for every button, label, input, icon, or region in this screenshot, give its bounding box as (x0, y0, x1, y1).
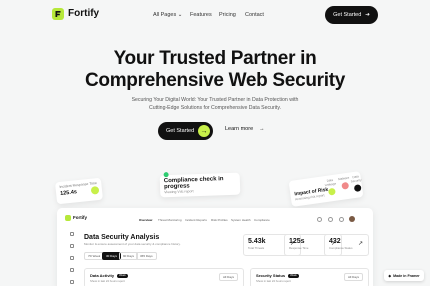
sidebar-home-icon[interactable] (70, 232, 74, 236)
stat-card: 432 Compliance Status ↗ (324, 234, 369, 256)
hero-title: Your Trusted Partner in Comprehensive We… (0, 48, 430, 92)
made-in-framer-badge[interactable]: ◆ Made in Framer (384, 270, 424, 281)
arrow-right-icon: ➔ (365, 12, 370, 18)
risk-dot-icon (327, 187, 336, 196)
panel-badge: Week (117, 273, 128, 278)
hero-title-line-1: Your Trusted Partner in (113, 48, 317, 69)
framer-badge-label: Made in Framer (393, 273, 420, 278)
dashboard-preview: Fortify Overview Threat Monitoring Incid… (57, 208, 373, 286)
avatar[interactable] (349, 216, 355, 222)
arrow-right-icon: → (198, 125, 210, 137)
nav-features[interactable]: Features (190, 12, 212, 18)
dashboard-brand: Fortify (73, 215, 87, 220)
sidebar-settings-icon[interactable] (70, 280, 74, 284)
sidebar-shield-icon[interactable] (70, 244, 74, 248)
nav-pricing[interactable]: Pricing (219, 12, 236, 18)
framer-logo-icon: ◆ (388, 273, 392, 278)
hero-subtitle: Securing Your Digital World: Your Truste… (0, 96, 430, 112)
learn-more-label: Learn more (225, 126, 254, 132)
risk-dot-icon (340, 181, 349, 190)
status-dot-icon (163, 172, 169, 178)
hero-get-started-button[interactable]: Get Started → (158, 122, 213, 140)
panel-title: Security Status (256, 273, 286, 278)
response-time-card: Incident Response Time 125.4s (54, 177, 104, 205)
compliance-card: Compliance check in progress Viewing Vdc… (159, 172, 241, 198)
dashboard-title: Data Security Analysis (84, 234, 160, 241)
dashboard-logo-icon (65, 215, 71, 221)
accent-dot-icon (90, 185, 100, 195)
panel-filter-select[interactable]: All Days (343, 273, 363, 281)
dashboard-description: Monitor & ensure assessment of your data… (84, 242, 181, 246)
bell-icon[interactable] (328, 217, 333, 222)
dashboard-nav-risk[interactable]: Risk Profiles (211, 218, 228, 222)
header-get-started-button[interactable]: Get Started ➔ (325, 6, 378, 24)
learn-more-button[interactable]: Learn more → (225, 126, 265, 132)
search-icon[interactable] (317, 217, 322, 222)
brand-name[interactable]: Fortify (68, 8, 99, 19)
arrow-right-icon: → (259, 126, 265, 132)
nav-contact[interactable]: Contact (245, 12, 264, 18)
chevron-down-icon: ⌄ (177, 12, 183, 18)
range-365d[interactable]: 365 Days (136, 252, 157, 260)
dashboard-nav-incident[interactable]: Incident Reports (185, 218, 207, 222)
sidebar-chart-icon[interactable] (70, 256, 74, 260)
dashboard-nav-compliance[interactable]: Compliance (254, 218, 270, 222)
arrow-up-right-icon: ↗ (357, 241, 363, 247)
data-activity-panel: Data Activity Week Show in last 24 hours… (84, 268, 244, 286)
panel-badge: Week (288, 273, 299, 278)
risk-item-security: Data Security (348, 174, 364, 193)
hero-cta-label: Get Started (166, 128, 195, 134)
dashboard-nav-threat[interactable]: Threat Monitoring (158, 218, 182, 222)
hero-subtitle-line-1: Securing Your Digital World: Your Truste… (131, 97, 299, 103)
hero-title-line-2: Comprehensive Web Security (84, 70, 346, 91)
risk-item-label: Data Leakage (324, 177, 337, 188)
hero-subtitle-line-2: Cutting-Edge Solutions for Comprehensive… (149, 105, 281, 111)
nav-all-pages-label: All Pages (153, 12, 177, 18)
panel-subtitle: Show in last 24 hours report (90, 279, 125, 283)
risk-dot-icon (353, 184, 362, 193)
risk-impact-card: Impact of Risk Accessing risk report Dat… (288, 171, 364, 207)
fortify-logo-icon[interactable] (52, 8, 64, 20)
security-status-panel: Security Status Week Show in last 24 hou… (250, 268, 369, 286)
panel-title: Data Activity (90, 273, 115, 278)
dashboard-nav-health[interactable]: System Health (231, 218, 251, 222)
header-cta-label: Get Started (333, 12, 362, 18)
panel-filter-select[interactable]: All Days (218, 273, 238, 281)
nav-all-pages[interactable]: All Pages ⌄ (153, 12, 182, 18)
settings-icon[interactable] (339, 217, 344, 222)
dashboard-nav-overview[interactable]: Overview (139, 218, 152, 222)
risk-item-label: Data Security (350, 174, 362, 184)
sidebar-folder-icon[interactable] (70, 268, 74, 272)
